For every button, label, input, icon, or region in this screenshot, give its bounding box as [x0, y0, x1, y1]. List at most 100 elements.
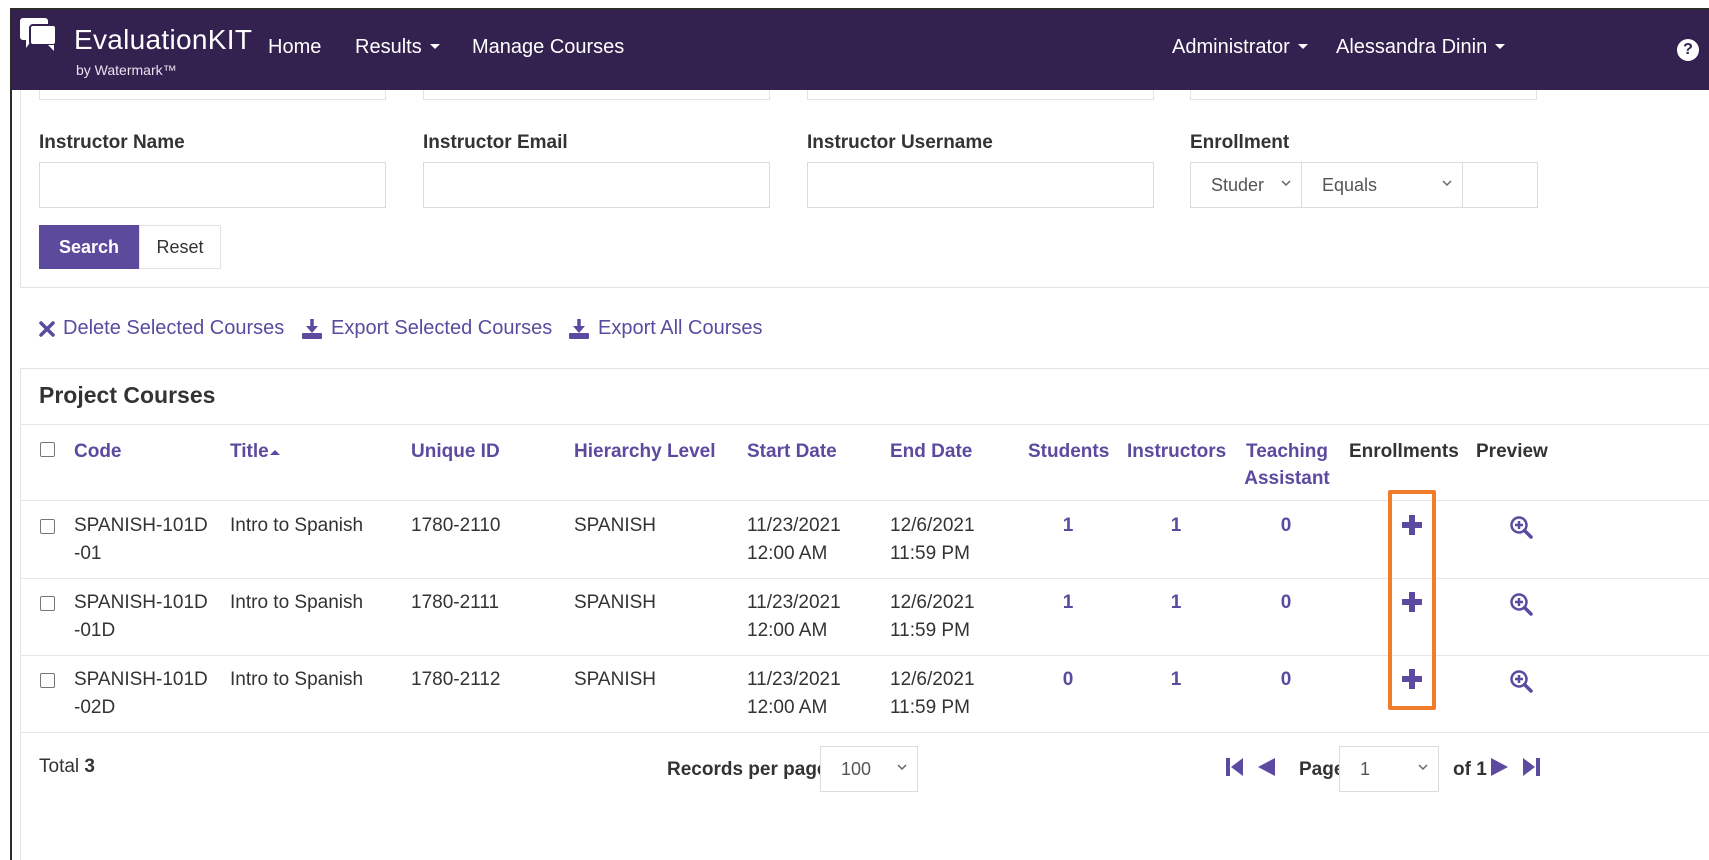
column-header-teaching-assistant[interactable]: Teaching Assistant: [1237, 438, 1337, 492]
cell-students-count[interactable]: 0: [1048, 666, 1088, 694]
column-header-instructors[interactable]: Instructors: [1127, 438, 1226, 465]
nav-role-menu[interactable]: Administrator: [1172, 36, 1308, 59]
divider: [20, 424, 1709, 425]
instructor-email-input[interactable]: [423, 162, 770, 208]
caret-down-icon: [1297, 44, 1308, 49]
cell-instructors-count[interactable]: 1: [1156, 589, 1196, 617]
caret-down-icon: [1495, 44, 1506, 49]
ta-header-line2: Assistant: [1244, 468, 1330, 489]
download-icon: [302, 318, 322, 339]
cell-end-date: 12/6/2021 11:59 PM: [890, 666, 975, 722]
column-header-enrollments: Enrollments: [1349, 441, 1459, 462]
row-checkbox[interactable]: [40, 673, 55, 688]
column-header-title[interactable]: Title: [230, 438, 281, 465]
end-date: 12/6/2021: [890, 592, 975, 613]
column-header-students[interactable]: Students: [1028, 438, 1109, 465]
column-header-unique-id[interactable]: Unique ID: [411, 438, 500, 465]
help-icon[interactable]: ?: [1677, 39, 1699, 61]
end-date: 12/6/2021: [890, 515, 975, 536]
instructor-username-label: Instructor Username: [807, 132, 993, 153]
search-button[interactable]: Search: [39, 225, 139, 269]
cell-start-date: 11/23/2021 12:00 AM: [747, 512, 841, 568]
end-time: 11:59 PM: [890, 697, 970, 718]
cell-code: SPANISH-101D -01D: [74, 589, 208, 645]
ta-header-line1: Teaching: [1246, 441, 1328, 462]
column-header-end-date[interactable]: End Date: [890, 438, 972, 465]
panel-title: Project Courses: [39, 382, 216, 408]
records-per-page-value: 100: [841, 759, 872, 779]
nav-user-menu[interactable]: Alessandra Dinin: [1336, 36, 1506, 59]
cell-students-count[interactable]: 1: [1048, 589, 1088, 617]
instructor-name-input[interactable]: [39, 162, 386, 208]
start-date: 11/23/2021: [747, 669, 841, 690]
start-date: 11/23/2021: [747, 592, 841, 613]
enrollment-operator-select[interactable]: Equals: [1301, 162, 1463, 208]
instructor-name-label: Instructor Name: [39, 132, 185, 153]
enrollment-operator-value: Equals: [1322, 175, 1378, 195]
brand-name: EvaluationKIT: [74, 24, 253, 55]
column-header-hierarchy-level[interactable]: Hierarchy Level: [574, 438, 716, 465]
app-frame: EvaluationKIT by Watermark™ Home Results…: [10, 8, 1709, 860]
caret-down-icon: [429, 44, 440, 49]
end-date: 12/6/2021: [890, 669, 975, 690]
zoom-in-preview-icon[interactable]: [1509, 669, 1533, 693]
cell-students-count[interactable]: 1: [1048, 512, 1088, 540]
add-enrollment-plus-icon[interactable]: [1401, 514, 1423, 536]
cell-ta-count[interactable]: 0: [1266, 589, 1306, 617]
instructor-username-input[interactable]: [807, 162, 1154, 208]
download-icon: [569, 318, 589, 339]
nav-home-label: Home: [268, 36, 322, 58]
column-header-start-date[interactable]: Start Date: [747, 438, 837, 465]
total-value: 3: [84, 756, 95, 777]
enrollment-value-input[interactable]: [1462, 162, 1538, 208]
last-page-icon[interactable]: [1520, 756, 1542, 778]
cell-unique-id: 1780-2110: [411, 515, 501, 536]
records-per-page-select[interactable]: 100: [820, 746, 918, 792]
first-page-icon[interactable]: [1224, 756, 1246, 778]
export-selected-courses-link[interactable]: Export Selected Courses: [301, 317, 552, 340]
end-time: 11:59 PM: [890, 620, 970, 641]
cell-instructors-count[interactable]: 1: [1156, 512, 1196, 540]
top-nav: EvaluationKIT by Watermark™ Home Results…: [12, 10, 1709, 90]
code-line2: -01: [74, 543, 102, 564]
start-time: 12:00 AM: [747, 697, 828, 718]
total-label: Total: [39, 756, 80, 777]
page-number-select[interactable]: 1: [1339, 746, 1439, 792]
row-checkbox[interactable]: [40, 596, 55, 611]
cell-instructors-count[interactable]: 1: [1156, 666, 1196, 694]
chevron-down-icon: [1418, 764, 1428, 771]
previous-page-icon[interactable]: [1255, 756, 1277, 778]
add-enrollment-plus-icon[interactable]: [1401, 668, 1423, 690]
cell-hierarchy: SPANISH: [574, 515, 657, 536]
cell-hierarchy: SPANISH: [574, 669, 657, 690]
nav-results[interactable]: Results: [355, 36, 440, 59]
column-header-preview: Preview: [1476, 441, 1548, 462]
cell-title: Intro to Spanish: [230, 592, 364, 613]
column-header-code[interactable]: Code: [74, 438, 122, 465]
code-line1: SPANISH-101D: [74, 669, 208, 690]
instructor-email-label: Instructor Email: [423, 132, 568, 153]
row-checkbox[interactable]: [40, 519, 55, 534]
stub-field: [39, 90, 386, 100]
enrollment-type-select[interactable]: Studer: [1190, 162, 1302, 208]
delete-selected-courses-link[interactable]: Delete Selected Courses: [39, 317, 284, 340]
export-all-courses-link[interactable]: Export All Courses: [568, 317, 763, 340]
page-label: Page: [1299, 759, 1345, 780]
add-enrollment-plus-icon[interactable]: [1401, 591, 1423, 613]
nav-home[interactable]: Home: [268, 36, 321, 59]
divider: [20, 655, 1709, 656]
column-header-title-label: Title: [230, 441, 269, 462]
stub-field: [423, 90, 770, 100]
cell-ta-count[interactable]: 0: [1266, 512, 1306, 540]
chat-bubbles-logo-icon: [20, 18, 57, 51]
divider: [20, 500, 1709, 501]
next-page-icon[interactable]: [1489, 756, 1511, 778]
zoom-in-preview-icon[interactable]: [1509, 515, 1533, 539]
cell-end-date: 12/6/2021 11:59 PM: [890, 512, 975, 568]
zoom-in-preview-icon[interactable]: [1509, 592, 1533, 616]
reset-button[interactable]: Reset: [139, 225, 221, 269]
nav-manage-courses[interactable]: Manage Courses: [472, 36, 624, 59]
select-all-checkbox[interactable]: [40, 442, 55, 457]
page-number-value: 1: [1360, 759, 1371, 779]
cell-ta-count[interactable]: 0: [1266, 666, 1306, 694]
